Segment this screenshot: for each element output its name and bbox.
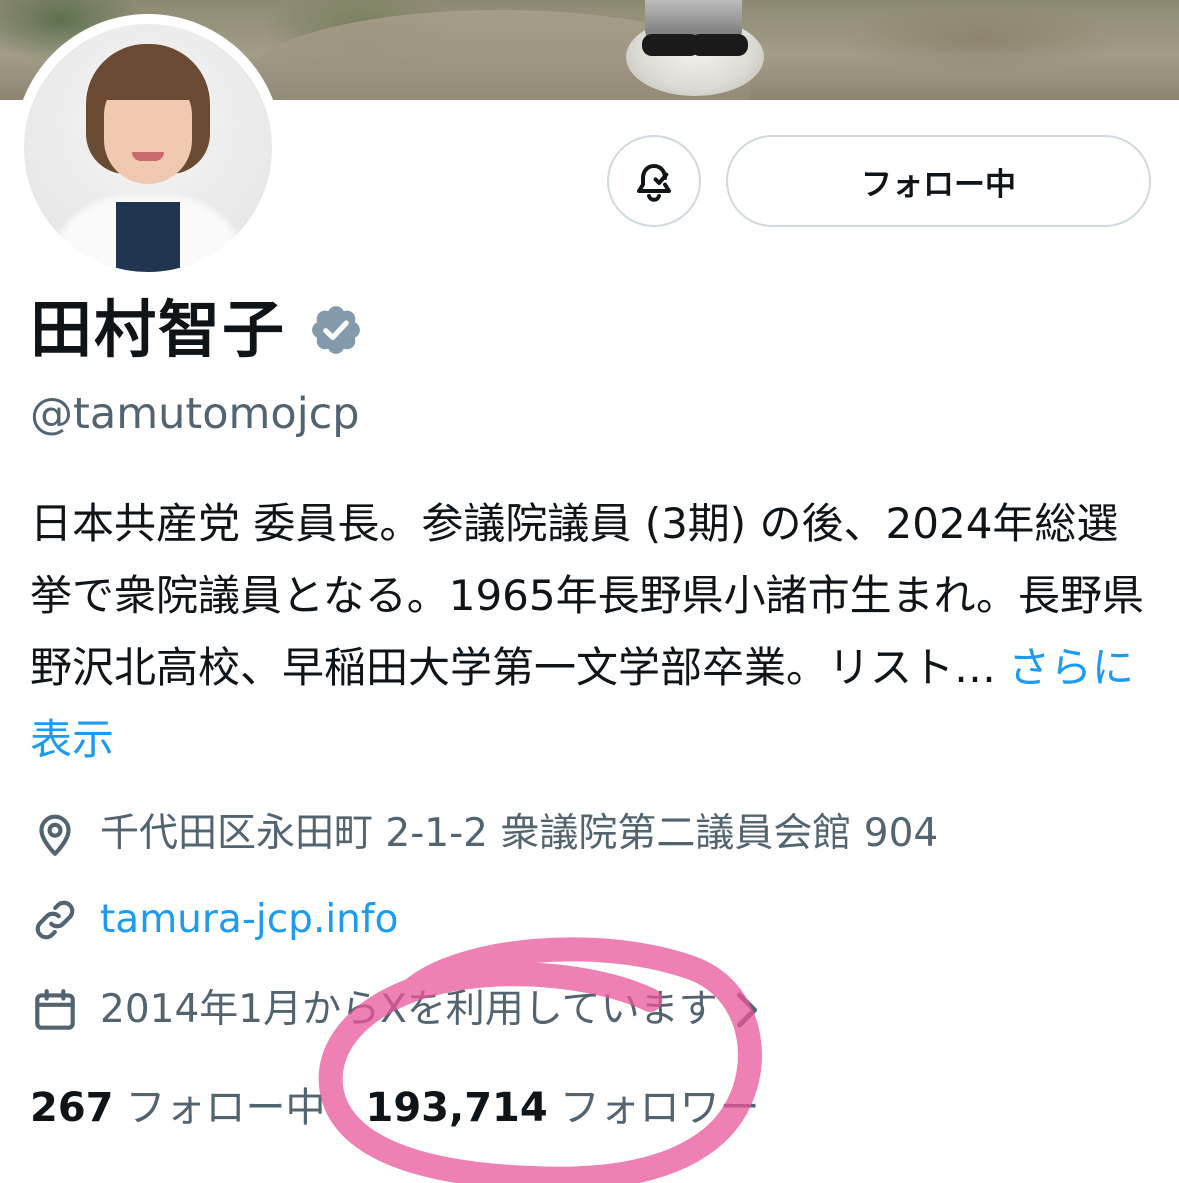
- notification-button[interactable]: [607, 135, 701, 227]
- chevron-right-icon: [736, 992, 757, 1028]
- display-name: 田村智子: [30, 293, 287, 366]
- profile-bio: 日本共産党 委員長。参議院議員 (3期) の後、2024年総選挙で衆院議員となる…: [30, 488, 1160, 776]
- name-row: 田村智子: [30, 290, 364, 370]
- following-count[interactable]: 267: [30, 1078, 114, 1138]
- website-row: tamura-jcp.info: [30, 892, 398, 948]
- avatar-shirt: [116, 202, 180, 272]
- followers-count[interactable]: 193,714: [366, 1078, 548, 1138]
- avatar-bangs: [96, 54, 200, 100]
- banner-statue-shoe: [690, 34, 748, 56]
- avatar-photo: [24, 24, 272, 272]
- location-row: 千代田区永田町 2-1-2 衆議院第二議員会館 904: [30, 806, 938, 862]
- joined-row[interactable]: 2014年1月からXを利用しています: [30, 982, 762, 1038]
- profile-avatar[interactable]: [14, 14, 282, 282]
- bell-check-icon: [637, 164, 671, 202]
- annotation-circle-scribble: [318, 937, 762, 1183]
- followers-label[interactable]: フォロワー: [560, 1078, 760, 1138]
- location-pin-icon: [39, 814, 71, 856]
- user-handle: @tamutomojcp: [30, 389, 360, 439]
- link-icon: [35, 900, 75, 940]
- follow-stats: 267 フォロー中 193,714 フォロワー: [30, 1078, 760, 1138]
- calendar-icon: [35, 989, 75, 1030]
- avatar-lips: [132, 152, 164, 161]
- bio-text: 日本共産党 委員長。参議院議員 (3期) の後、2024年総選挙で衆院議員となる…: [30, 499, 1145, 692]
- location-text: 千代田区永田町 2-1-2 衆議院第二議員会館 904: [100, 811, 939, 856]
- joined-text: 2014年1月からXを利用しています: [100, 987, 718, 1032]
- website-link[interactable]: tamura-jcp.info: [100, 892, 398, 948]
- following-button[interactable]: フォロー中: [726, 135, 1151, 227]
- following-label[interactable]: フォロー中: [126, 1078, 326, 1138]
- verified-badge-icon[interactable]: [308, 302, 364, 358]
